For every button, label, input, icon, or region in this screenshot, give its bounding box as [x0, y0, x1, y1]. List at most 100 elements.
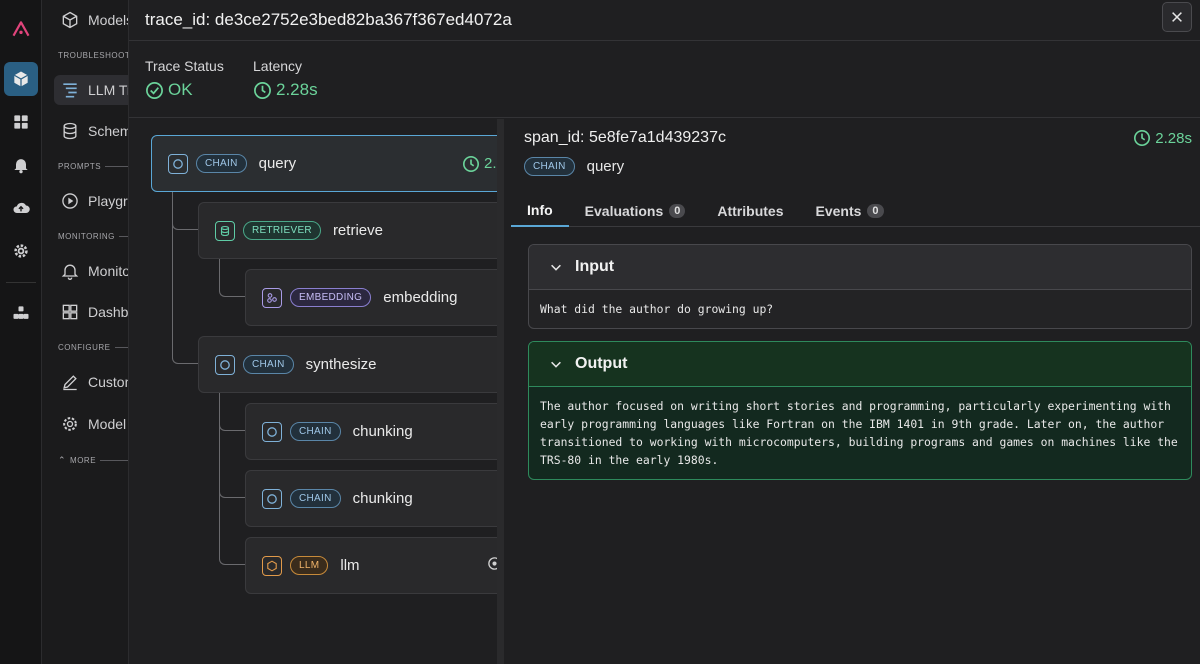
input-panel: Input What did the author do growing up? [528, 244, 1192, 329]
span-name: chunking [352, 490, 413, 507]
span-kind-badge: CHAIN [290, 489, 341, 508]
span-node-query[interactable]: CHAIN query 2.28s [151, 135, 497, 192]
token-count-icon [487, 556, 497, 576]
nav-section-prompts: PROMPTS [58, 162, 128, 171]
clock-icon [1134, 129, 1151, 147]
span-node-chunking[interactable]: CHAIN chunking [245, 470, 497, 527]
nav-label: Model Settings [88, 416, 128, 432]
trace-status-label: Trace Status [145, 58, 224, 74]
modal-title: trace_id: de3ce2752e3bed82ba367f367ed407… [145, 10, 512, 29]
dashboard-grid-icon[interactable] [4, 105, 38, 139]
span-node-synthesize[interactable]: CHAIN synthesize [198, 336, 497, 393]
span-kind-badge: CHAIN [524, 157, 575, 176]
chevron-down-icon [551, 361, 561, 368]
input-text: What did the author do growing up? [540, 302, 774, 316]
span-details-duration: 2.28s [1133, 129, 1192, 147]
integrations-icon[interactable] [4, 296, 38, 330]
tree-connector [219, 383, 246, 565]
close-button[interactable] [1162, 2, 1192, 32]
bell-icon[interactable] [4, 148, 38, 182]
gear-icon[interactable] [4, 234, 38, 268]
retriever-database-icon [215, 220, 235, 241]
app-root: Models TROUBLESHOOTING LLM Tracing Schem… [0, 0, 1200, 664]
span-name: llm [340, 557, 360, 574]
span-name: query [586, 158, 625, 175]
chevron-down-icon [551, 264, 561, 271]
span-name: query [258, 155, 297, 172]
nav-item-dashboards[interactable]: Dashboards [54, 297, 129, 327]
nav-label: Models [88, 12, 129, 28]
grid-outline-icon [62, 304, 78, 320]
nav-label: Monitors [88, 263, 129, 279]
span-name: chunking [352, 423, 413, 440]
nav-label: Schemas [88, 123, 128, 139]
trace-latency-value: 2.28s [253, 80, 318, 100]
nav-section-monitoring: MONITORING [58, 232, 128, 241]
span-name: synthesize [305, 356, 377, 373]
output-panel-header[interactable]: Output [529, 342, 1191, 387]
models-cube-icon[interactable] [4, 62, 38, 96]
nav-item-model-settings[interactable]: Model Settings [54, 409, 128, 439]
span-node-chunking[interactable]: CHAIN chunking [245, 403, 497, 460]
side-nav: Models TROUBLESHOOTING LLM Tracing Schem… [42, 0, 129, 664]
clock-icon [254, 81, 271, 99]
rail-divider [6, 282, 36, 283]
trace-modal: trace_id: de3ce2752e3bed82ba367f367ed407… [129, 0, 1200, 664]
gear-outline-icon [63, 417, 77, 431]
span-node-retrieve[interactable]: RETRIEVER retrieve [198, 202, 497, 259]
modal-header: trace_id: de3ce2752e3bed82ba367f367ed407… [129, 0, 1200, 41]
bell-outline-icon [61, 264, 79, 280]
span-tree: CHAIN query 2.28s RETRIEVER retrieve EMB… [129, 119, 504, 664]
span-node-embedding[interactable]: EMBEDDING embedding [245, 269, 497, 326]
nav-label: Playground [88, 193, 128, 209]
trace-status-value: OK [145, 80, 224, 100]
clock-icon [462, 155, 480, 172]
tab-attributes[interactable]: Attributes [701, 195, 799, 227]
span-kind-badge: RETRIEVER [243, 221, 321, 240]
cube-outline-icon [62, 11, 78, 29]
tab-events[interactable]: Events 0 [800, 195, 900, 227]
span-details: span_id: 5e8fe7a1d439237c 2.28s CHAIN qu… [511, 119, 1200, 664]
chain-icon [262, 488, 282, 509]
nav-item-schemas[interactable]: Schemas [54, 116, 128, 146]
nav-label: Custom Metrics [88, 374, 128, 390]
span-kind-badge: CHAIN [196, 154, 247, 173]
tab-count-badge: 0 [669, 204, 686, 218]
span-kind-row: CHAIN query [524, 157, 624, 176]
span-name: embedding [383, 289, 458, 306]
tab-evaluations[interactable]: Evaluations 0 [569, 195, 702, 227]
trace-latency-label: Latency [253, 58, 303, 74]
chain-icon [262, 421, 282, 442]
nav-item-llm-tracing[interactable]: LLM Tracing [54, 75, 128, 105]
schema-icon [63, 122, 77, 140]
tree-connector [172, 182, 199, 364]
span-kind-badge: LLM [290, 556, 329, 575]
span-node-llm[interactable]: LLM llm [245, 537, 497, 594]
nav-section-more[interactable]: ⌃ MORE [58, 455, 128, 466]
nav-item-models[interactable]: Models [54, 5, 129, 35]
brand-logo-icon[interactable] [4, 12, 38, 46]
span-duration: 2.28s [462, 155, 497, 173]
nav-item-playground[interactable]: Playground [54, 186, 128, 216]
tab-count-badge: 0 [867, 204, 884, 218]
span-name: retrieve [332, 222, 383, 239]
pencil-icon [63, 375, 77, 391]
nav-item-custom-metrics[interactable]: Custom Metrics [54, 367, 128, 397]
trace-status: Trace Status OK [145, 58, 224, 100]
tab-info[interactable]: Info [511, 195, 569, 227]
close-icon [1172, 12, 1182, 22]
chain-icon [215, 354, 235, 375]
span-kind-badge: CHAIN [290, 422, 341, 441]
nav-item-monitors[interactable]: Monitors [54, 256, 129, 286]
nav-label: Dashboards [88, 304, 129, 320]
span-kind-badge: CHAIN [243, 355, 294, 374]
nav-section-troubleshooting: TROUBLESHOOTING [58, 51, 128, 60]
tracing-icon [63, 83, 77, 98]
llm-hexagon-icon [262, 555, 282, 576]
output-panel: Output The author focused on writing sho… [528, 341, 1192, 480]
input-panel-header[interactable]: Input [529, 245, 1191, 290]
chain-icon [168, 153, 188, 174]
cloud-upload-icon[interactable] [4, 191, 38, 225]
details-tabs: Info Evaluations 0 Attributes Events 0 [511, 195, 1200, 227]
span-id: span_id: 5e8fe7a1d439237c [524, 129, 726, 146]
